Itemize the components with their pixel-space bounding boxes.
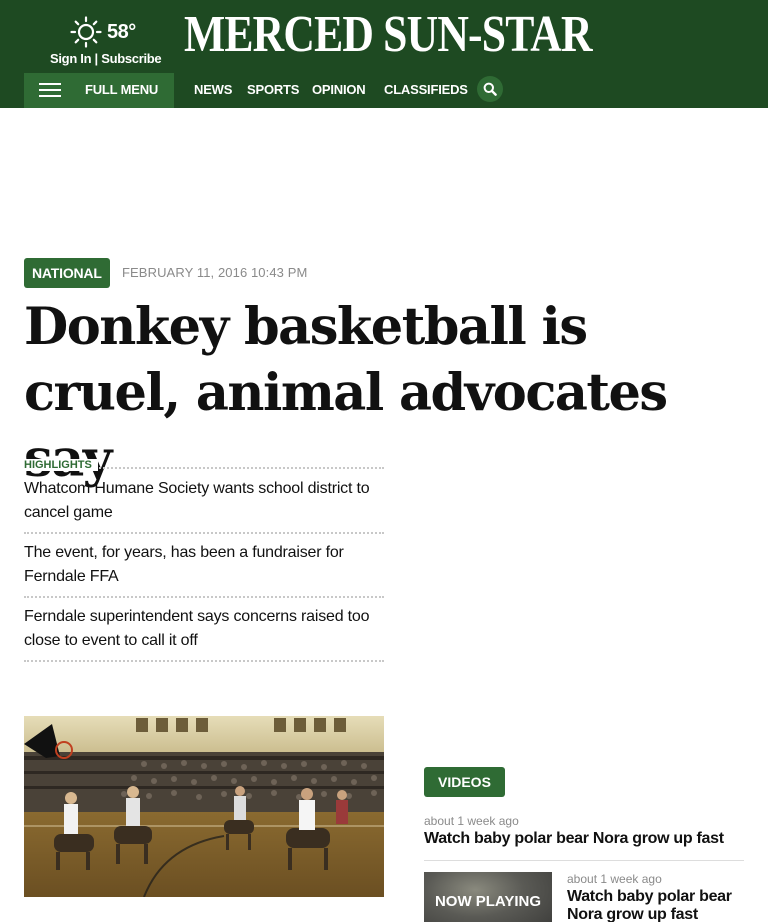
videos-section-label[interactable]: VIDEOS [424,767,505,797]
search-button[interactable] [477,76,503,102]
nav-item-news[interactable]: NEWS [194,82,232,97]
highlight-divider [24,532,384,534]
highlight-item: Ferndale superintendent says concerns ra… [24,608,370,649]
nav-item-sports[interactable]: SPORTS [247,82,299,97]
video-timestamp: about 1 week ago [424,814,519,828]
article-date: FEBRUARY 11, 2016 10:43 PM [122,265,308,280]
now-playing-overlay: NOW PLAYING [434,893,542,910]
subscribe-link[interactable]: Subscribe [101,51,161,66]
highlights-label: HIGHLIGHTS [24,459,98,471]
hamburger-icon [39,83,61,98]
highlight-divider [24,596,384,598]
highlights-header: HIGHLIGHTS [24,459,384,475]
full-menu-label: FULL MENU [85,82,159,97]
account-links-separator: | [94,51,99,66]
video-divider [424,860,744,861]
article-photo[interactable] [24,716,384,897]
search-icon [483,82,497,96]
sign-in-link[interactable]: Sign In [50,51,92,66]
full-menu-button[interactable]: FULL MENU [24,73,174,108]
highlight-divider [24,660,384,662]
sun-icon [70,16,102,48]
site-logo[interactable]: MERCED SUN-STAR [184,6,592,64]
video-thumbnail[interactable]: NOW PLAYING [424,872,552,922]
highlight-item: Whatcom Humane Society wants school dist… [24,480,370,521]
video-timestamp: about 1 week ago [567,872,662,886]
nav-item-opinion[interactable]: OPINION [312,82,366,97]
weather-widget[interactable]: 58° [70,16,160,48]
category-badge[interactable]: NATIONAL [24,258,110,288]
video-title[interactable]: Watch baby polar bear Nora grow up fast [567,888,757,922]
nav-item-classifieds[interactable]: CLASSIFIEDS [384,82,468,97]
account-links: Sign In | Subscribe [50,51,162,66]
highlight-item: The event, for years, has been a fundrai… [24,544,344,585]
video-title[interactable]: Watch baby polar bear Nora grow up fast [424,830,744,848]
site-header: 58° Sign In | Subscribe MERCED SUN-STAR … [0,0,768,108]
temperature: 58° [107,20,136,43]
